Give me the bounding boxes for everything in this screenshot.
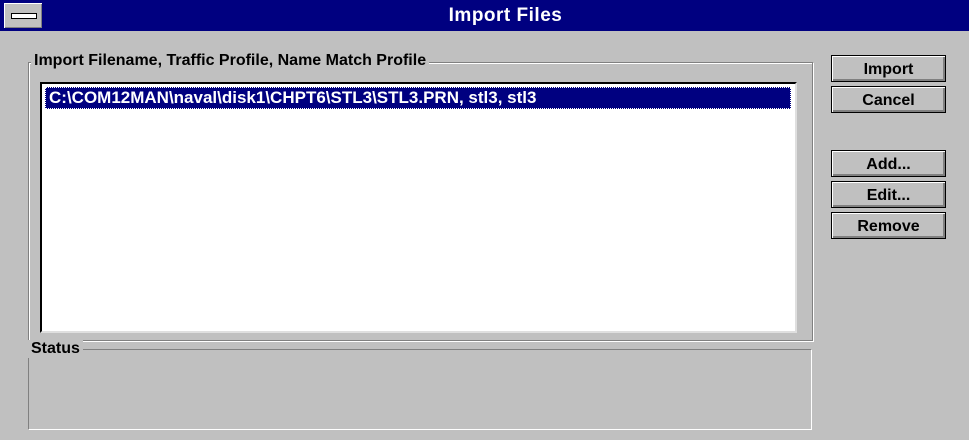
import-group-label: Import Filename, Traffic Profile, Name M… (31, 52, 430, 70)
edit-button[interactable]: Edit... (831, 181, 946, 208)
title-bar: Import Files (0, 0, 969, 31)
system-menu-icon[interactable] (4, 3, 42, 28)
status-group-label: Status (28, 340, 83, 358)
remove-button[interactable]: Remove (831, 212, 946, 239)
list-item[interactable]: C:\COM12MAN\naval\disk1\CHPT6\STL3\STL3.… (45, 87, 791, 109)
cancel-button[interactable]: Cancel (831, 86, 946, 113)
import-file-list[interactable]: C:\COM12MAN\naval\disk1\CHPT6\STL3\STL3.… (40, 82, 797, 333)
window-title: Import Files (448, 5, 563, 26)
import-button[interactable]: Import (831, 55, 946, 82)
add-button[interactable]: Add... (831, 150, 946, 177)
status-box (28, 349, 812, 430)
